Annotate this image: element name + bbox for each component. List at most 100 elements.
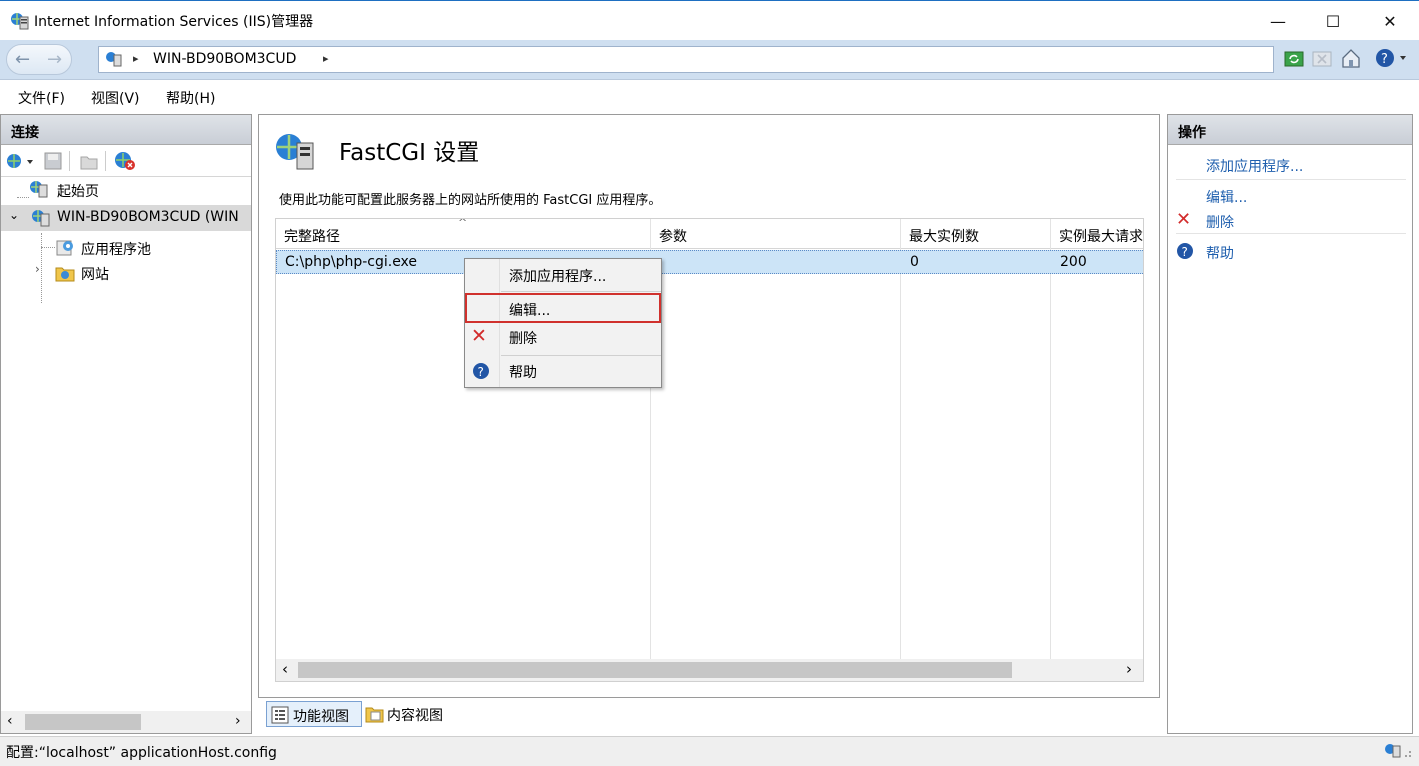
tree-item-server[interactable]: WIN-BD90BOM3CUD (WIN [57, 209, 239, 225]
menu-view[interactable]: 视图(V) [91, 88, 140, 108]
menu-item-help[interactable]: ? 帮助 [465, 357, 661, 387]
title-bar: Internet Information Services (IIS)管理器 —… [0, 0, 1419, 40]
address-bar[interactable]: ▸ WIN-BD90BOM3CUD ▸ [98, 46, 1274, 73]
minimize-button[interactable]: — [1250, 1, 1306, 41]
status-text: 配置:“localhost” applicationHost.config [6, 745, 277, 761]
action-help[interactable]: 帮助 [1206, 243, 1234, 263]
home-icon[interactable] [1340, 47, 1362, 73]
scroll-right-icon[interactable]: › [235, 713, 241, 729]
connections-tree: 起始页 ⌄ WIN-BD90BOM3CUD (WIN 应用程序池 › 网站 [1, 177, 251, 677]
menu-bar: 文件(F) 视图(V) 帮助(H) [0, 82, 1419, 112]
connections-pane: 连接 起始页 ⌄ WIN-BD90BOM3CUD (WIN 应用程序池 › 网站… [0, 114, 252, 734]
left-hscrollbar[interactable]: ‹ › [1, 711, 251, 733]
tab-features-view[interactable]: 功能视图 [266, 701, 362, 727]
grid-hscrollbar[interactable]: ‹ › [276, 659, 1143, 681]
disconnect-icon[interactable] [113, 150, 137, 176]
svg-text:?: ? [478, 365, 484, 379]
col-header-path[interactable]: 完整路径 [284, 226, 340, 246]
menu-item-label: 添加应用程序... [509, 269, 607, 285]
fastcgi-icon [273, 131, 317, 177]
menu-help[interactable]: 帮助(H) [166, 88, 215, 108]
feature-pane: FastCGI 设置 使用此功能可配置此服务器上的网站所使用的 FastCGI … [258, 114, 1160, 698]
col-divider [1050, 219, 1051, 681]
connections-toolbar [1, 145, 251, 177]
expand-chevron-icon[interactable]: ⌄ [9, 208, 19, 222]
col-header-max-requests[interactable]: 实例最大请求 [1059, 226, 1143, 246]
cell-max-instances: 0 [910, 254, 919, 270]
delete-icon: ✕ [471, 325, 487, 347]
actions-pane: 操作 添加应用程序... 编辑... ✕ 删除 ? 帮助 [1167, 114, 1413, 734]
connect-icon[interactable] [5, 151, 37, 175]
tab-content-label: 内容视图 [387, 708, 443, 724]
page-title: FastCGI 设置 [339, 140, 480, 166]
col-header-args[interactable]: 参数 [659, 226, 687, 246]
help-dropdown-icon[interactable]: ? [1374, 47, 1408, 73]
menu-separator [501, 355, 661, 356]
app-pool-icon [55, 237, 75, 261]
forward-arrow-icon[interactable]: → [47, 49, 62, 70]
breadcrumb-separator-icon[interactable]: ▸ [133, 52, 139, 65]
actions-header: 操作 [1168, 115, 1412, 145]
menu-item-add-application[interactable]: 添加应用程序... [465, 260, 661, 290]
action-add-application[interactable]: 添加应用程序... [1206, 156, 1303, 176]
menu-item-delete[interactable]: ✕ 删除 [465, 323, 661, 353]
scroll-thumb[interactable] [25, 714, 141, 730]
menu-item-edit[interactable]: 编辑... [465, 293, 661, 323]
breadcrumb-server[interactable]: WIN-BD90BOM3CUD [153, 51, 296, 67]
action-edit[interactable]: 编辑... [1206, 187, 1247, 207]
up-folder-icon[interactable] [79, 151, 99, 175]
tree-item-app-pools[interactable]: 应用程序池 [81, 239, 151, 259]
stop-icon[interactable] [1312, 49, 1332, 73]
tree-item-start-page[interactable]: 起始页 [57, 181, 99, 201]
context-menu: 添加应用程序... 编辑... ✕ 删除 ? 帮助 [464, 258, 662, 388]
iis-app-icon [10, 11, 30, 35]
tree-item-server-row[interactable]: ⌄ WIN-BD90BOM3CUD (WIN [1, 205, 251, 231]
menu-file[interactable]: 文件(F) [18, 88, 65, 108]
action-delete[interactable]: 删除 [1206, 212, 1234, 232]
status-bar: 配置:“localhost” applicationHost.config [0, 736, 1419, 766]
close-button[interactable]: ✕ [1362, 1, 1418, 41]
col-divider [900, 219, 901, 681]
cell-max-requests: 200 [1060, 254, 1087, 270]
tree-line-v [41, 233, 42, 303]
tab-content-view[interactable]: 内容视图 [362, 701, 458, 727]
tree-line [41, 247, 55, 248]
window-title: Internet Information Services (IIS)管理器 [34, 14, 314, 30]
maximize-button[interactable]: ☐ [1305, 1, 1361, 41]
scroll-thumb[interactable] [298, 662, 1012, 678]
menu-item-label: 编辑... [509, 303, 551, 319]
connections-header: 连接 [1, 115, 251, 145]
content-view-icon [365, 705, 385, 727]
tree-item-sites[interactable]: 网站 [81, 264, 109, 284]
col-header-max-instances[interactable]: 最大实例数 [909, 226, 979, 246]
nav-buttons: ← → [6, 44, 72, 75]
table-row[interactable]: C:\php\php-cgi.exe 0 200 [276, 250, 1143, 274]
features-view-icon [271, 706, 289, 728]
save-icon[interactable] [43, 151, 63, 175]
start-page-icon [29, 179, 49, 203]
scroll-left-icon[interactable]: ‹ [282, 660, 288, 678]
tree-line [17, 197, 29, 198]
breadcrumb-chevron-icon[interactable]: ▸ [323, 52, 329, 65]
menu-item-label: 删除 [509, 331, 537, 347]
cell-path: C:\php\php-cgi.exe [285, 254, 418, 270]
actions-divider [1176, 179, 1406, 180]
scroll-left-icon[interactable]: ‹ [7, 713, 13, 729]
refresh-icon[interactable] [1284, 49, 1304, 73]
back-arrow-icon[interactable]: ← [15, 49, 30, 70]
server-icon [105, 50, 123, 72]
server-tree-icon [31, 208, 51, 232]
help-icon: ? [1176, 242, 1194, 264]
svg-text:?: ? [1182, 245, 1188, 259]
menu-separator [501, 291, 661, 292]
tab-features-label: 功能视图 [293, 709, 349, 725]
status-server-icon [1384, 741, 1414, 765]
sites-folder-icon [55, 263, 75, 287]
page-description: 使用此功能可配置此服务器上的网站所使用的 FastCGI 应用程序。 [279, 193, 662, 208]
collapse-chevron-icon[interactable]: › [35, 262, 40, 276]
actions-divider [1176, 233, 1406, 234]
menu-item-label: 帮助 [509, 365, 537, 381]
fastcgi-grid: 完整路径 ^ 参数 最大实例数 实例最大请求 C:\php\php-cgi.ex… [275, 218, 1144, 682]
scroll-right-icon[interactable]: › [1126, 660, 1132, 678]
toolbar-divider [69, 151, 70, 171]
